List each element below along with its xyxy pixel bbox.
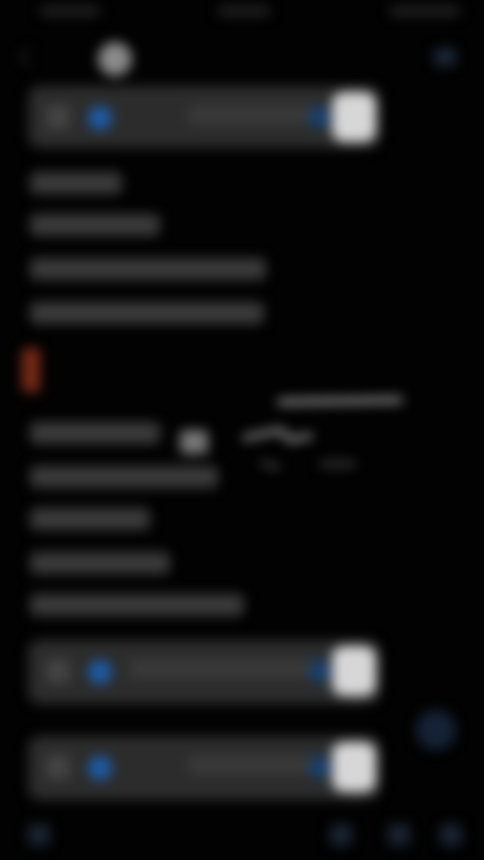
media-card-text-bar [128,660,318,678]
attach-icon[interactable] [28,824,50,846]
play-icon[interactable] [308,756,330,778]
attachment-icon [46,105,70,129]
camera-icon[interactable] [388,824,410,846]
attachment-icon [46,755,70,779]
open-button[interactable] [332,646,376,696]
open-button[interactable] [332,742,376,792]
message-row[interactable] [30,214,160,236]
message-row[interactable] [30,172,122,194]
status-dot-icon [88,660,112,684]
media-card-text-bar [188,106,318,124]
attachment-icon [46,659,70,683]
input-bar [0,810,484,860]
message-row[interactable] [30,258,266,280]
status-bar [0,0,484,28]
chevron-left-icon[interactable] [19,47,39,67]
emoji-icon[interactable] [330,824,352,846]
message-row[interactable] [30,594,244,616]
message-row[interactable] [30,508,150,530]
status-dot-icon [88,756,112,780]
media-card-top[interactable] [28,86,380,148]
message-row[interactable] [30,422,160,444]
more-icon[interactable] [434,48,456,66]
play-icon[interactable] [308,660,330,682]
media-card-text-bar [188,756,318,774]
status-dot-icon [88,106,112,130]
message-row[interactable] [30,302,264,324]
mic-icon[interactable] [440,824,462,846]
status-carrier [40,6,100,16]
sticker-image [180,397,403,470]
message-row[interactable] [30,552,170,574]
status-time [218,6,270,16]
avatar[interactable] [98,42,132,76]
scroll-down-button[interactable] [416,710,456,750]
chat-header [0,28,484,84]
status-battery [390,6,460,16]
media-card-bottom[interactable] [28,736,380,800]
reply-accent-bar [22,348,40,392]
media-card-middle[interactable] [28,640,380,704]
play-icon[interactable] [308,106,330,128]
open-button[interactable] [332,92,376,142]
